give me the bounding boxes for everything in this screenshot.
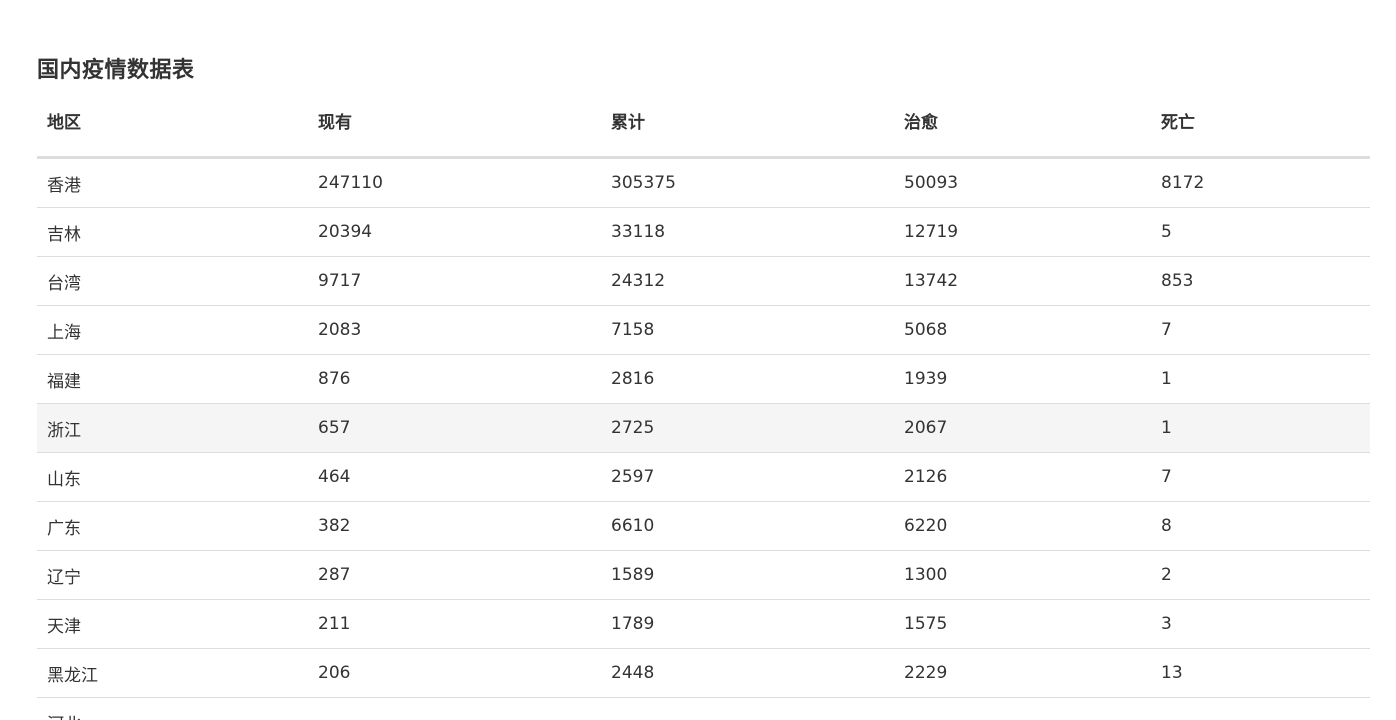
cell-total: 2448: [601, 648, 894, 698]
cell-total: 305375: [601, 157, 894, 208]
cell-region: 浙江: [37, 403, 308, 453]
cell-total: 33118: [601, 207, 894, 257]
cell-total: 2597: [601, 452, 894, 502]
table-row: 福建 876 2816 1939 1: [37, 354, 1370, 404]
cell-dead: 8172: [1151, 157, 1370, 208]
cell-cured: 50093: [894, 157, 1151, 208]
column-header-cured: 治愈: [894, 96, 1151, 159]
table-row: 河北: [37, 697, 1370, 720]
cell-cured: 13742: [894, 256, 1151, 306]
column-header-total: 累计: [601, 96, 894, 159]
page-title: 国内疫情数据表: [37, 58, 195, 83]
column-header-label: 累计: [611, 112, 645, 133]
cell-region: 河北: [37, 697, 308, 720]
cell-dead: 3: [1151, 599, 1370, 649]
cell-dead: 1: [1151, 354, 1370, 404]
cell-current: 20394: [308, 207, 601, 257]
cell-current: 876: [308, 354, 601, 404]
cell-region: 福建: [37, 354, 308, 404]
cell-dead: [1151, 697, 1370, 720]
cell-dead: 1: [1151, 403, 1370, 453]
epidemic-data-table: 地区 现有 累计 治愈 死亡 香港 247110 305375 50093 81…: [37, 96, 1370, 720]
table-row: 辽宁 287 1589 1300 2: [37, 550, 1370, 600]
cell-total: 24312: [601, 256, 894, 306]
cell-dead: 8: [1151, 501, 1370, 551]
cell-cured: 6220: [894, 501, 1151, 551]
table-row-hovered: 浙江 657 2725 2067 1: [37, 403, 1370, 453]
column-header-label: 死亡: [1161, 112, 1195, 133]
cell-region: 山东: [37, 452, 308, 502]
table-header-row: 地区 现有 累计 治愈 死亡: [37, 96, 1370, 159]
cell-cured: [894, 697, 1151, 720]
cell-current: 287: [308, 550, 601, 600]
cell-cured: 5068: [894, 305, 1151, 355]
cell-dead: 13: [1151, 648, 1370, 698]
table-row: 天津 211 1789 1575 3: [37, 599, 1370, 649]
cell-region: 天津: [37, 599, 308, 649]
cell-total: 2725: [601, 403, 894, 453]
column-header-label: 地区: [47, 112, 81, 133]
cell-dead: 2: [1151, 550, 1370, 600]
cell-dead: 853: [1151, 256, 1370, 306]
cell-region: 广东: [37, 501, 308, 551]
cell-region: 黑龙江: [37, 648, 308, 698]
cell-current: 657: [308, 403, 601, 453]
cell-current: 2083: [308, 305, 601, 355]
column-header-region: 地区: [37, 96, 308, 159]
table-row: 山东 464 2597 2126 7: [37, 452, 1370, 502]
column-header-current: 现有: [308, 96, 601, 159]
cell-region: 上海: [37, 305, 308, 355]
table-row: 上海 2083 7158 5068 7: [37, 305, 1370, 355]
column-header-dead: 死亡: [1151, 96, 1370, 159]
cell-dead: 5: [1151, 207, 1370, 257]
cell-total: 2816: [601, 354, 894, 404]
cell-current: [308, 697, 601, 720]
cell-current: 247110: [308, 157, 601, 208]
cell-current: 206: [308, 648, 601, 698]
cell-cured: 1939: [894, 354, 1151, 404]
cell-region: 香港: [37, 157, 308, 208]
cell-total: 7158: [601, 305, 894, 355]
column-header-label: 治愈: [904, 112, 938, 133]
page: 国内疫情数据表 地区 现有 累计 治愈 死亡 香港 247110 305375 …: [0, 0, 1396, 720]
table-row: 广东 382 6610 6220 8: [37, 501, 1370, 551]
cell-cured: 1575: [894, 599, 1151, 649]
cell-cured: 2229: [894, 648, 1151, 698]
cell-total: 6610: [601, 501, 894, 551]
cell-total: 1589: [601, 550, 894, 600]
cell-current: 464: [308, 452, 601, 502]
table-body: 香港 247110 305375 50093 8172 吉林 20394 331…: [37, 157, 1370, 720]
table-row: 台湾 9717 24312 13742 853: [37, 256, 1370, 306]
cell-cured: 2126: [894, 452, 1151, 502]
cell-region: 吉林: [37, 207, 308, 257]
column-header-label: 现有: [318, 112, 352, 133]
cell-cured: 1300: [894, 550, 1151, 600]
table-row: 吉林 20394 33118 12719 5: [37, 207, 1370, 257]
cell-total: [601, 697, 894, 720]
cell-total: 1789: [601, 599, 894, 649]
cell-region: 台湾: [37, 256, 308, 306]
cell-region: 辽宁: [37, 550, 308, 600]
cell-dead: 7: [1151, 305, 1370, 355]
cell-cured: 2067: [894, 403, 1151, 453]
cell-cured: 12719: [894, 207, 1151, 257]
cell-current: 9717: [308, 256, 601, 306]
cell-current: 382: [308, 501, 601, 551]
table-row: 黑龙江 206 2448 2229 13: [37, 648, 1370, 698]
cell-current: 211: [308, 599, 601, 649]
table-header: 地区 现有 累计 治愈 死亡: [37, 96, 1370, 159]
table-row: 香港 247110 305375 50093 8172: [37, 157, 1370, 208]
cell-dead: 7: [1151, 452, 1370, 502]
